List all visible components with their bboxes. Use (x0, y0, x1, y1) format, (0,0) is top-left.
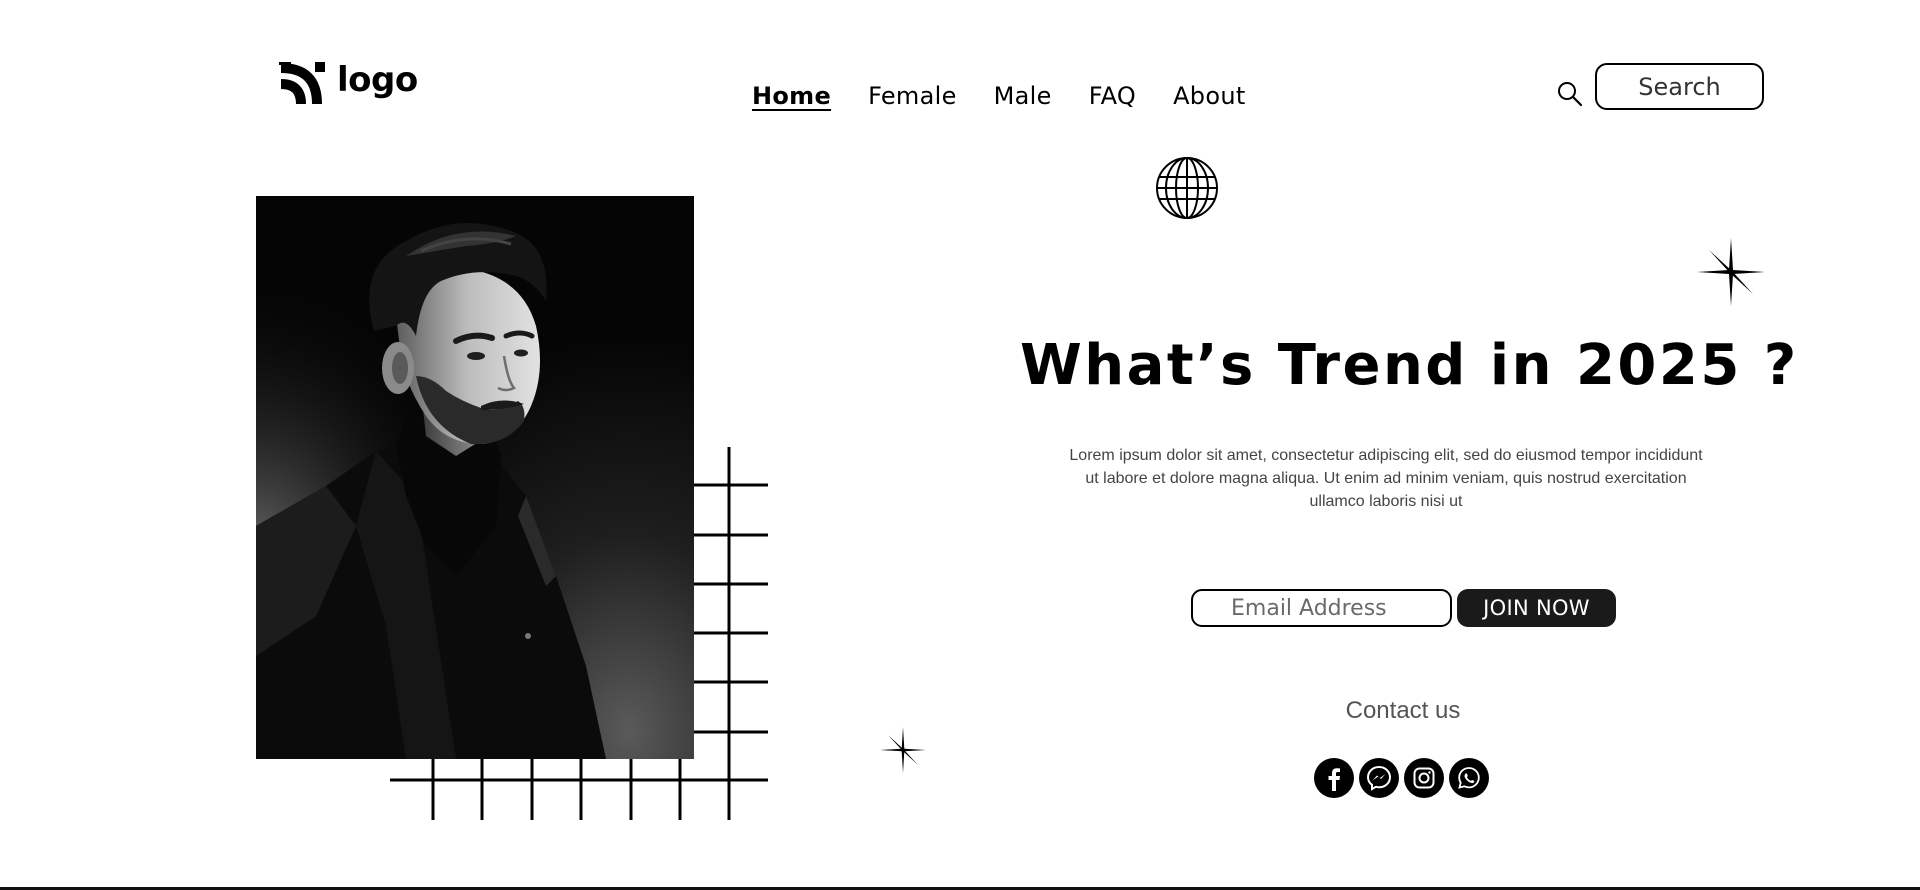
search-icon[interactable] (1556, 80, 1584, 108)
logo-text: logo (337, 60, 418, 100)
nav-about[interactable]: About (1173, 82, 1245, 110)
whatsapp-icon[interactable] (1449, 758, 1489, 798)
hero-description: Lorem ipsum dolor sit amet, consectetur … (1069, 447, 1703, 510)
search-button[interactable]: Search (1595, 63, 1764, 110)
sparkle-star-small-icon (880, 727, 926, 773)
contact-label: Contact us (1345, 697, 1461, 724)
site-logo[interactable]: logo (279, 60, 418, 106)
logo-icon (279, 62, 325, 105)
hero-title: What’s Trend in 2025 ? (1020, 333, 1799, 398)
main-nav: Home Female Male FAQ About (752, 82, 1246, 110)
messenger-icon[interactable] (1359, 758, 1399, 798)
sparkle-star-icon (1697, 238, 1765, 306)
nav-male[interactable]: Male (994, 82, 1052, 110)
nav-home[interactable]: Home (752, 82, 831, 110)
nav-faq[interactable]: FAQ (1089, 82, 1136, 110)
social-links (1314, 758, 1489, 798)
email-input[interactable] (1191, 589, 1452, 627)
nav-female[interactable]: Female (868, 82, 957, 110)
globe-icon (1156, 157, 1218, 219)
facebook-icon[interactable] (1314, 758, 1354, 798)
hero-portrait-image (256, 196, 694, 759)
instagram-icon[interactable] (1404, 758, 1444, 798)
join-now-button[interactable]: JOIN NOW (1457, 589, 1616, 627)
